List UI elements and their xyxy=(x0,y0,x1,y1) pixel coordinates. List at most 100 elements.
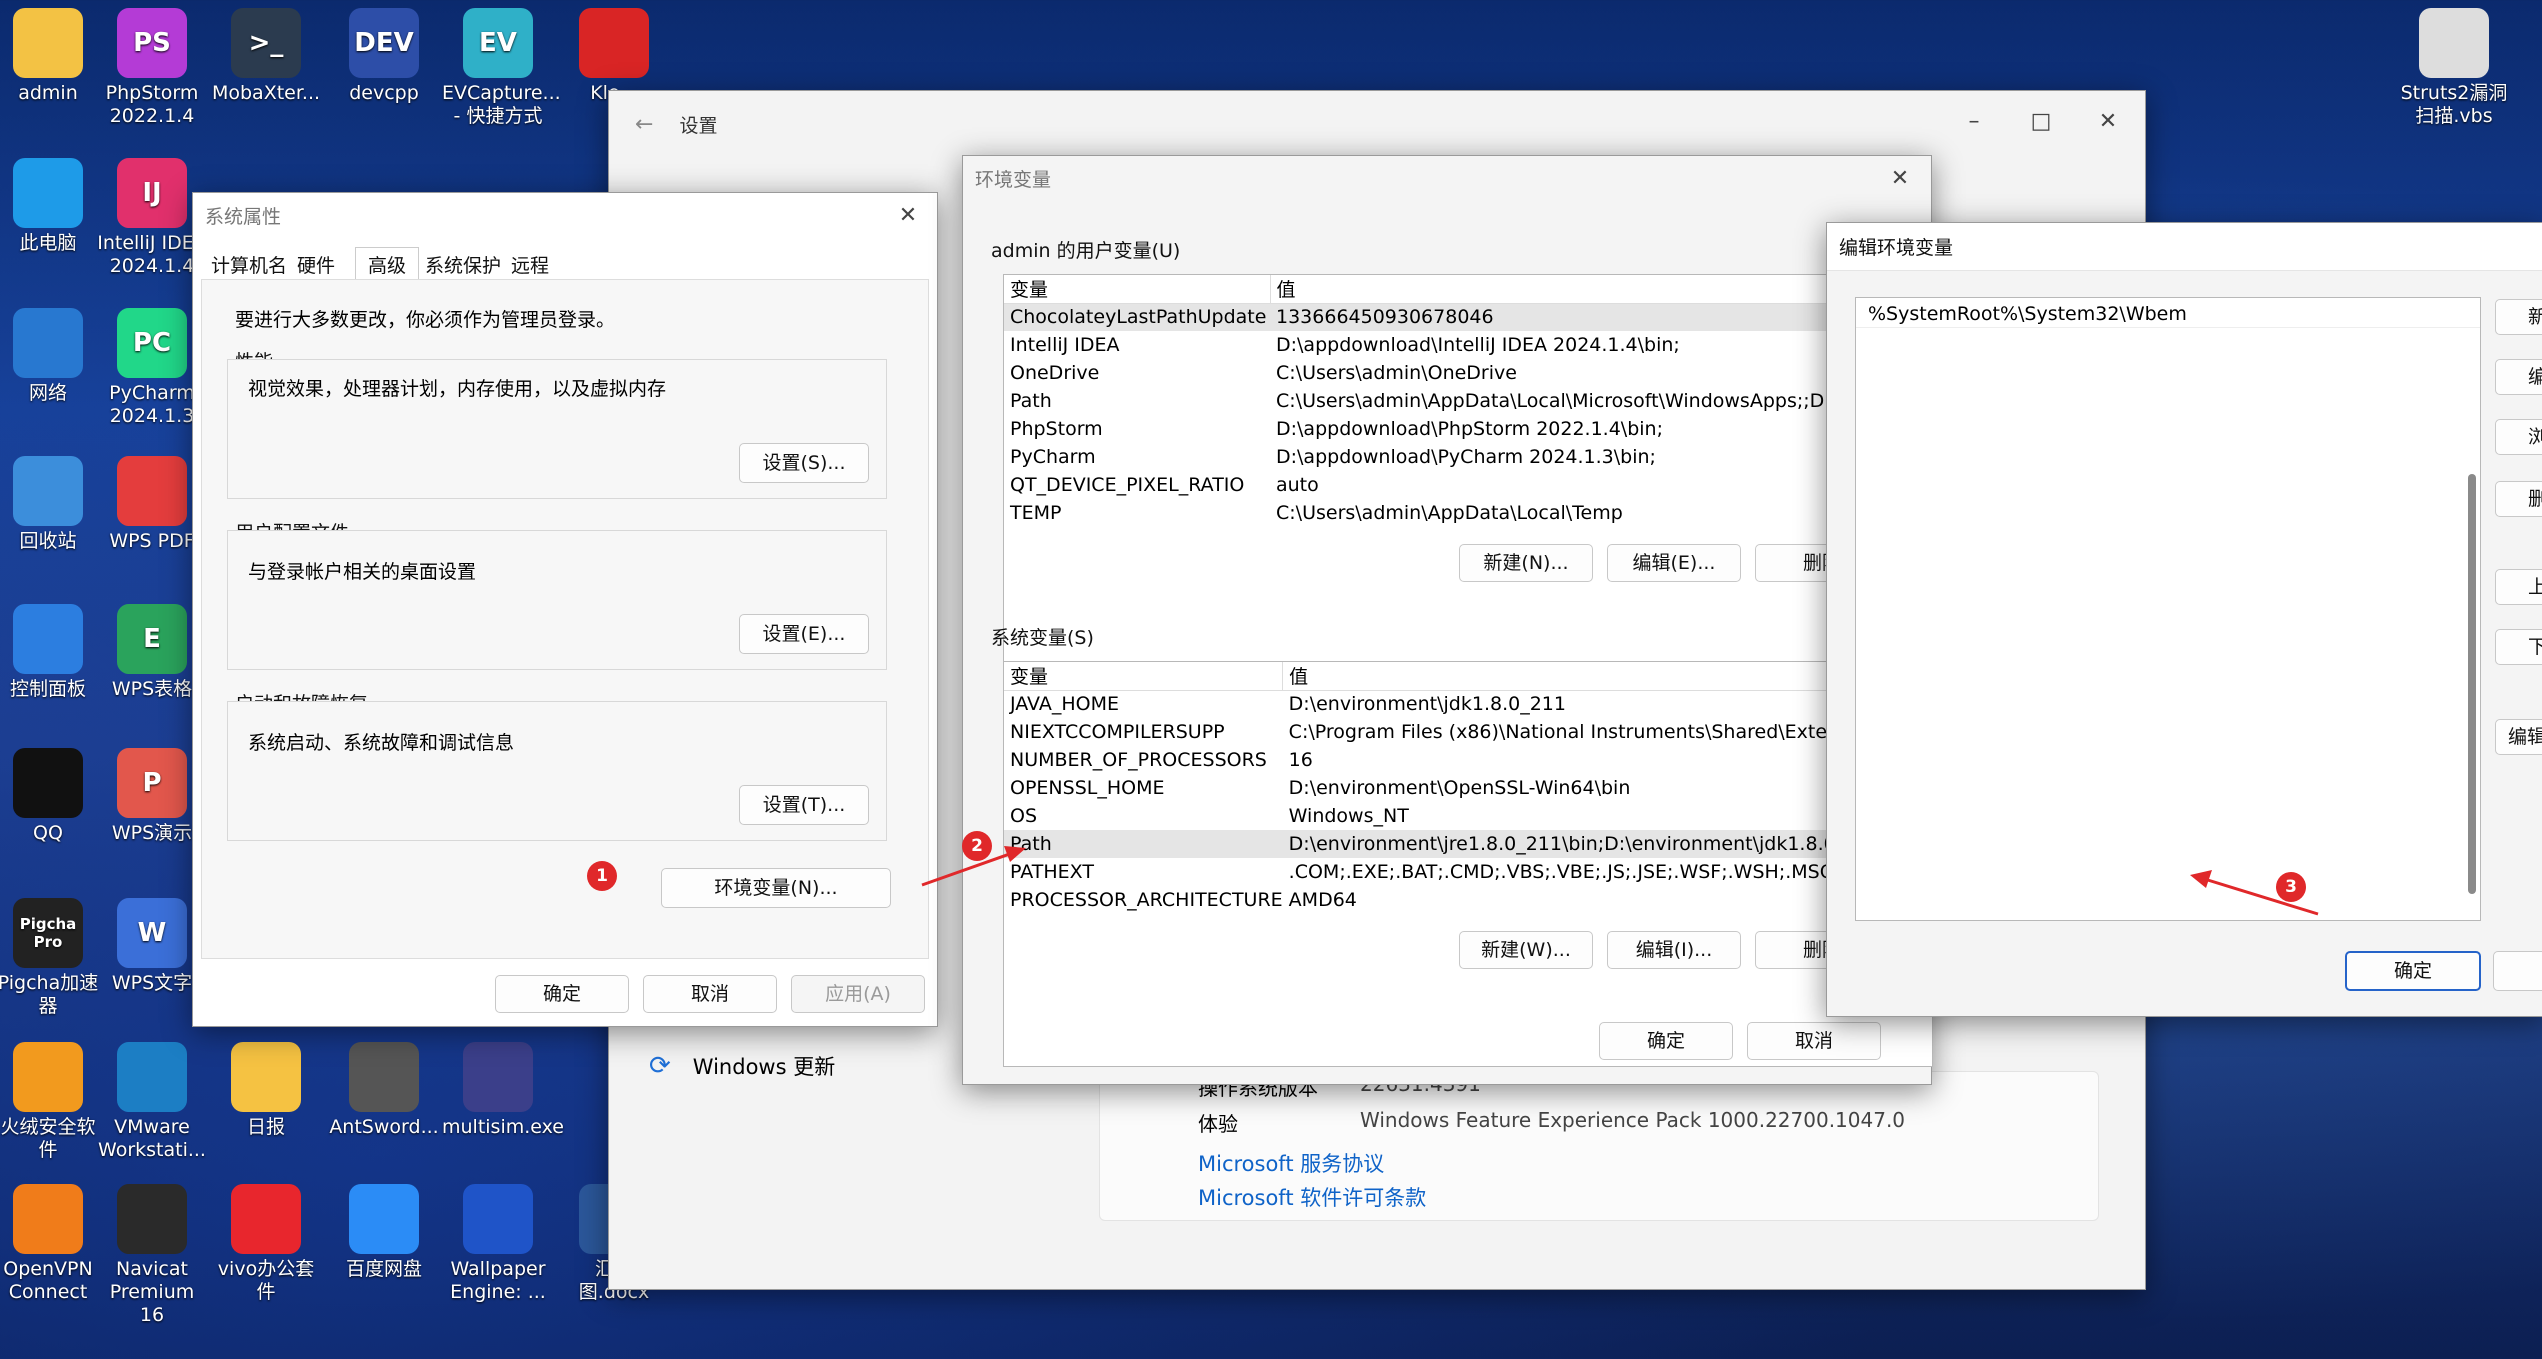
windows-update-nav[interactable]: ⟳ Windows 更新 xyxy=(649,1051,835,1081)
tab-remote[interactable]: 远程 xyxy=(511,251,549,278)
desktop-icon[interactable]: admin xyxy=(0,8,104,105)
startup-recovery-settings-button[interactable]: 设置(T)... xyxy=(739,785,869,825)
desktop-icon[interactable]: VMware Workstati... xyxy=(96,1042,208,1162)
tab-hardware[interactable]: 硬件 xyxy=(297,251,335,278)
table-row[interactable]: ChocolateyLastPathUpdate 1336664509306780… xyxy=(1004,303,1932,331)
desktop-icon[interactable]: QQ xyxy=(0,748,104,845)
table-row[interactable]: OPENSSL_HOME D:\environment\OpenSSL-Win64… xyxy=(1004,774,1932,802)
table-row[interactable]: IntelliJ IDEA D:\appdownload\IntelliJ IDE… xyxy=(1004,331,1932,359)
close-icon[interactable]: ✕ xyxy=(2093,107,2123,137)
desktop-icon[interactable]: multisim.exe xyxy=(442,1042,564,1139)
sysprops-apply-button[interactable]: 应用(A) xyxy=(791,975,925,1013)
desktop-icon-label: vivo办公套件 xyxy=(217,1258,315,1303)
desktop-icon[interactable]: Pigcha Pro Pigcha加速 器 xyxy=(0,898,104,1018)
desktop-icon[interactable]: PS PhpStorm 2022.1.4 xyxy=(96,8,208,128)
desktop-icon[interactable]: Struts2漏洞 扫描.vbs xyxy=(2398,8,2510,128)
desktop-icon[interactable]: 百度网盘 xyxy=(328,1184,440,1281)
envvars-close-icon[interactable]: ✕ xyxy=(1885,164,1915,194)
desktop-icon[interactable]: 回收站 xyxy=(0,456,104,553)
editenv-side-button[interactable]: 新 xyxy=(2495,299,2542,335)
col-variable[interactable]: 变量 xyxy=(1004,662,1284,691)
editenv-titlebar: 编辑环境变量 xyxy=(1827,223,2542,271)
app-icon xyxy=(231,1042,301,1112)
table-row[interactable]: PyCharm D:\appdownload\PyCharm 2024.1.3\b… xyxy=(1004,443,1932,471)
desktop-icon[interactable]: >_ MobaXter... xyxy=(210,8,322,105)
table-row[interactable]: PROCESSOR_ARCHITECTURE AMD64 xyxy=(1004,886,1932,914)
performance-settings-button[interactable]: 设置(S)... xyxy=(739,443,869,483)
system-new-button[interactable]: 新建(W)... xyxy=(1459,931,1593,969)
table-row[interactable]: QT_DEVICE_PIXEL_RATIO auto xyxy=(1004,471,1932,499)
desktop-icon[interactable]: EV EVCapture... - 快捷方式 xyxy=(442,8,561,128)
table-row[interactable]: OS Windows_NT xyxy=(1004,802,1932,830)
user-variables-table[interactable]: 变量值 ChocolateyLastPathUpdate 133666450930… xyxy=(1003,274,1933,676)
table-row[interactable]: PATHEXT .COM;.EXE;.BAT;.CMD;.VBS;.VBE;.JS… xyxy=(1004,858,1932,886)
user-new-button[interactable]: 新建(N)... xyxy=(1459,544,1593,582)
tab-computer-name[interactable]: 计算机名 xyxy=(211,251,287,278)
system-variables-table[interactable]: 变量值 JAVA_HOME D:\environment\jdk1.8.0_211… xyxy=(1003,661,1933,1067)
col-variable[interactable]: 变量 xyxy=(1004,275,1271,304)
sysprops-close-icon[interactable]: ✕ xyxy=(893,201,923,231)
list-scrollbar[interactable] xyxy=(2468,474,2476,894)
app-icon xyxy=(117,1184,187,1254)
table-row[interactable]: NUMBER_OF_PROCESSORS 16 xyxy=(1004,746,1932,774)
desktop-icon-label: Struts2漏洞 扫描.vbs xyxy=(2400,82,2508,127)
variable-name: Path xyxy=(1010,390,1052,412)
table-row[interactable]: JAVA_HOME D:\environment\jdk1.8.0_211 xyxy=(1004,690,1932,718)
envvars-cancel-button[interactable]: 取消 xyxy=(1747,1022,1881,1060)
user-edit-button[interactable]: 编辑(E)... xyxy=(1607,544,1741,582)
back-arrow-icon[interactable]: ← xyxy=(635,112,653,137)
desktop-icon[interactable]: Navicat Premium 16 xyxy=(96,1184,208,1327)
app-icon xyxy=(13,1042,83,1112)
edit-environment-variable-dialog: 编辑环境变量 %SystemRoot%\System32\Wbem%SYSTEM… xyxy=(1826,222,2542,1017)
desktop-icon[interactable]: vivo办公套件 xyxy=(210,1184,322,1304)
sysprops-ok-button[interactable]: 确定 xyxy=(495,975,629,1013)
desktop-icon[interactable]: Wallpaper Engine: ... xyxy=(442,1184,554,1304)
table-row[interactable]: NIEXTCCOMPILERSUPP C:\Program Files (x86)… xyxy=(1004,718,1932,746)
editenv-side-button[interactable]: 编辑 xyxy=(2495,719,2542,755)
path-entries-list[interactable]: %SystemRoot%\System32\Wbem%SYSTEMROOT%\S… xyxy=(1855,297,2481,921)
app-icon xyxy=(117,456,187,526)
license-terms-link[interactable]: Microsoft 软件许可条款 xyxy=(1198,1182,1426,1212)
desktop-icon[interactable]: 网络 xyxy=(0,308,104,405)
editenv-title: 编辑环境变量 xyxy=(1839,237,1954,259)
variable-name: OS xyxy=(1010,805,1038,827)
table-row[interactable]: Path C:\Users\admin\AppData\Local\Microso… xyxy=(1004,387,1932,415)
desktop-icon[interactable]: OpenVPN Connect xyxy=(0,1184,104,1304)
settings-titlebar: ← 设置 xyxy=(609,91,2145,157)
desktop-icon-label: OpenVPN Connect xyxy=(3,1258,93,1303)
variable-name: JAVA_HOME xyxy=(1010,693,1119,716)
maximize-icon[interactable]: □ xyxy=(2026,107,2056,137)
editenv-ok-button[interactable]: 确定 xyxy=(2345,951,2481,991)
app-icon xyxy=(13,604,83,674)
table-row[interactable]: TEMP C:\Users\admin\AppData\Local\Temp xyxy=(1004,499,1932,527)
table-row[interactable]: OneDrive C:\Users\admin\OneDrive xyxy=(1004,359,1932,387)
step-badge-2: 2 xyxy=(962,831,992,861)
editenv-side-button[interactable]: 浏 xyxy=(2495,419,2542,455)
sysprops-cancel-button[interactable]: 取消 xyxy=(643,975,777,1013)
minimize-icon[interactable]: – xyxy=(1959,107,1989,137)
user-profiles-settings-button[interactable]: 设置(E)... xyxy=(739,614,869,654)
environment-variables-button[interactable]: 环境变量(N)... xyxy=(661,868,891,908)
system-edit-button[interactable]: 编辑(I)... xyxy=(1607,931,1741,969)
envvars-ok-button[interactable]: 确定 xyxy=(1599,1022,1733,1060)
desktop-icon-label: 控制面板 xyxy=(9,678,86,700)
desktop-icon[interactable]: 控制面板 xyxy=(0,604,104,701)
desktop-icon[interactable]: 日报 xyxy=(210,1042,322,1139)
table-row[interactable]: Path D:\environment\jre1.8.0_211\bin;D:\e… xyxy=(1004,830,1932,858)
editenv-side-button[interactable]: 下 xyxy=(2495,629,2542,665)
editenv-side-button[interactable]: 删 xyxy=(2495,481,2542,517)
editenv-side-button[interactable]: 编 xyxy=(2495,359,2542,395)
desktop-icon[interactable]: DEV devcpp xyxy=(328,8,440,105)
desktop-icon[interactable]: AntSword... xyxy=(328,1042,440,1139)
app-icon: EV xyxy=(463,8,533,78)
variable-name: PROCESSOR_ARCHITECTURE xyxy=(1010,889,1283,911)
desktop-icon[interactable]: 此电脑 xyxy=(0,158,104,255)
table-row[interactable]: PhpStorm D:\appdownload\PhpStorm 2022.1.4… xyxy=(1004,415,1932,443)
system-variables-header: 变量值 xyxy=(1004,662,1932,691)
desktop-icon[interactable]: 火绒安全软件 xyxy=(0,1042,104,1162)
tab-system-protection[interactable]: 系统保护 xyxy=(425,251,501,278)
editenv-side-button[interactable]: 上 xyxy=(2495,569,2542,605)
path-entry[interactable]: %SystemRoot%\System32\Wbem xyxy=(1862,300,2480,327)
service-agreement-link[interactable]: Microsoft 服务协议 xyxy=(1198,1148,1384,1178)
editenv-cancel-button[interactable] xyxy=(2493,951,2542,991)
